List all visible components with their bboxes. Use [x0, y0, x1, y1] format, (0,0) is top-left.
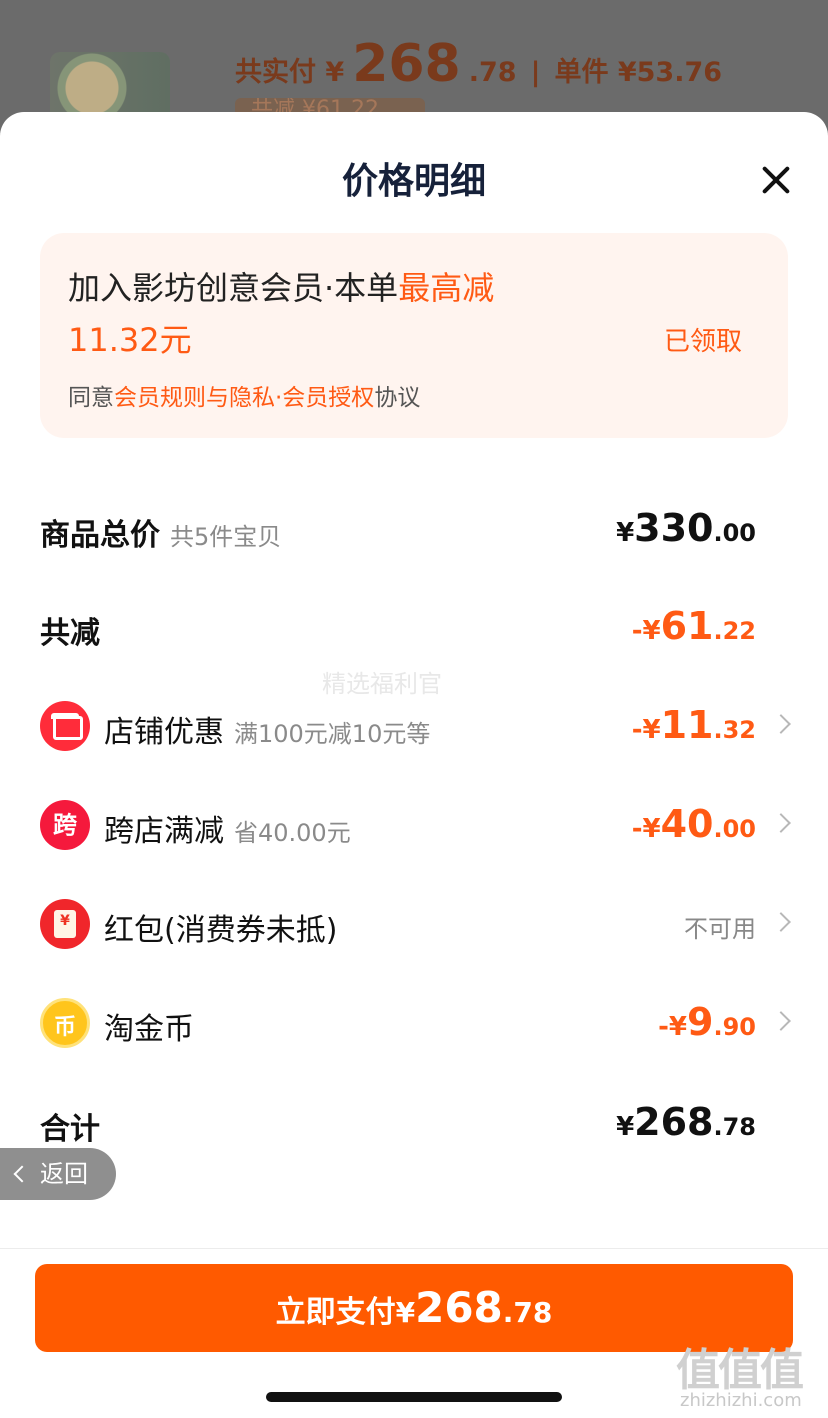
row-total-label: 商品总价 共5件宝贝 [40, 510, 281, 554]
sheet-title: 价格明细 [341, 161, 486, 202]
watermark-logo: 值值值 [676, 1345, 804, 1396]
pay-label: 立即支付 [275, 1295, 396, 1330]
agree-suffix: 协议 [374, 385, 421, 411]
coin-icon: 币 [40, 998, 90, 1048]
agree-prefix: 同意 [68, 385, 114, 411]
cross-sub: 省40.00元 [234, 819, 351, 847]
discount-amount: -¥61.22 [632, 604, 756, 648]
shop-label: 店铺优惠 [104, 715, 224, 750]
coin-amount: -¥9.90 [658, 1000, 756, 1044]
shop-amount: -¥11.32 [632, 703, 756, 747]
member-offer-line: 加入影坊创意会员·本单最高减 [68, 263, 494, 309]
sum-currency: ¥ [616, 1112, 635, 1142]
row-taojinbi[interactable]: 币 淘金币 -¥9.90 [40, 994, 792, 1054]
total-label: 商品总价 [40, 518, 160, 553]
shop-currency: -¥ [631, 715, 661, 745]
row-cross-store-discount[interactable]: 跨 跨店满减 省40.00元 -¥40.00 [40, 796, 792, 856]
coin-currency: -¥ [658, 1012, 688, 1042]
bg-unit-price: 单件 ¥53.76 [554, 57, 723, 88]
discount-dec: .22 [713, 617, 756, 645]
cross-dec: .00 [713, 815, 756, 843]
chevron-right-icon [771, 813, 791, 833]
row-shop-discount[interactable]: 店铺优惠 满100元减10元等 -¥11.32 [40, 697, 792, 757]
sum-label: 合计 [40, 1112, 100, 1147]
close-icon[interactable] [754, 158, 798, 202]
chevron-right-icon [771, 714, 791, 734]
row-red-packet[interactable]: ¥ 红包(消费券未抵) 不可用 [40, 895, 792, 955]
bg-separator: | [530, 57, 541, 88]
pay-dec: .78 [502, 1296, 553, 1329]
discount-currency: -¥ [631, 616, 661, 646]
shop-sub: 满100元减10元等 [234, 720, 431, 748]
row-total-price: 商品总价 共5件宝贝 ¥330.00 [40, 500, 792, 560]
sum-amount: ¥268.78 [616, 1100, 756, 1144]
member-agreement: 同意会员规则与隐私·会员授权协议 [68, 378, 420, 412]
total-currency: ¥ [616, 518, 635, 548]
discount-label: 共减 [40, 616, 100, 651]
member-card: 加入影坊创意会员·本单最高减 11.32元 已领取 同意会员规则与隐私·会员授权… [40, 233, 788, 438]
red-packet-symbol: ¥ [60, 913, 70, 929]
cross-label-group: 跨店满减 省40.00元 [104, 806, 351, 850]
pay-int: 268 [415, 1283, 503, 1332]
shop-dec: .32 [713, 716, 756, 744]
member-offer-highlight: 最高减 [398, 269, 495, 307]
chevron-right-icon [771, 1011, 791, 1031]
home-indicator [266, 1392, 562, 1402]
redpack-label: 红包(消费券未抵) [104, 913, 338, 948]
sum-dec: .78 [713, 1113, 756, 1141]
total-dec: .00 [713, 519, 756, 547]
coin-dec: .90 [713, 1013, 756, 1041]
background-pay-summary: 共实付 ¥ 268.78 | 单件 ¥53.76 [235, 34, 722, 94]
bg-pay-dec: .78 [468, 57, 517, 88]
total-amount: ¥330.00 [616, 506, 756, 550]
back-button[interactable]: 返回 [0, 1148, 116, 1200]
bg-pay-label: 共实付 ¥ [235, 57, 345, 88]
divider [0, 1248, 828, 1249]
shop-int: 11 [660, 703, 714, 747]
shop-icon [40, 701, 90, 751]
member-claimed-button[interactable]: 已领取 [664, 321, 742, 358]
pay-currency: ¥ [395, 1296, 416, 1329]
total-count: 共5件宝贝 [170, 523, 282, 551]
cross-amount: -¥40.00 [632, 802, 756, 846]
row-total-discount: 共减 -¥61.22 [40, 598, 792, 658]
member-offer-amount: 11.32元 [68, 321, 192, 359]
redpack-status: 不可用 [684, 915, 756, 943]
coin-int: 9 [687, 1000, 714, 1044]
watermark-url: zhizhizhi.com [680, 1390, 802, 1411]
cross-store-icon: 跨 [40, 800, 90, 850]
coin-symbol: 币 [53, 1015, 76, 1040]
discount-int: 61 [660, 604, 714, 648]
bg-pay-int: 268 [352, 34, 461, 94]
chevron-right-icon [771, 912, 791, 932]
total-int: 330 [634, 506, 714, 550]
row-sum: 合计 ¥268.78 [40, 1094, 792, 1154]
cross-currency: -¥ [631, 814, 661, 844]
watermark-text: 精选福利官 [322, 670, 442, 698]
cross-label: 跨店满减 [104, 814, 224, 849]
red-packet-icon: ¥ [40, 899, 90, 949]
cross-int: 40 [660, 802, 714, 846]
member-offer-text: 加入影坊创意会员·本单 [68, 269, 399, 307]
agreement-link[interactable]: 会员规则与隐私·会员授权 [114, 385, 374, 411]
sum-int: 268 [634, 1100, 714, 1144]
coin-label: 淘金币 [104, 1012, 194, 1047]
shop-label-group: 店铺优惠 满100元减10元等 [104, 707, 430, 751]
